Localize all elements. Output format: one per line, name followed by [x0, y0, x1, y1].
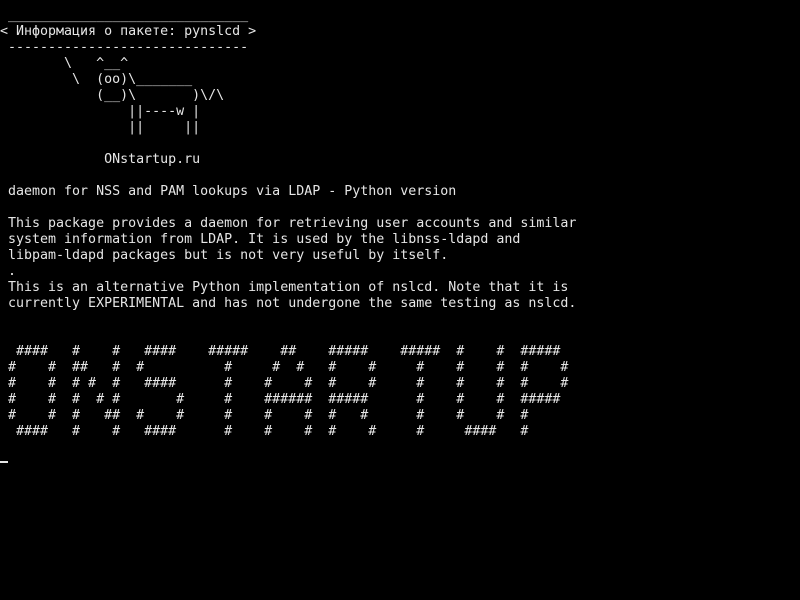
cowsay-bubble-top: ______________________________: [0, 8, 249, 23]
cowsay-bubble-text: < Информация о пакете: pynslcd >: [0, 24, 257, 39]
cowsay-cow-line: || ||: [0, 120, 201, 135]
package-description-line: system information from LDAP. It is used…: [0, 232, 521, 247]
text-cursor: [0, 461, 8, 463]
package-summary: daemon for NSS and PAM lookups via LDAP …: [0, 184, 457, 199]
site-name: ONstartup.ru: [0, 152, 201, 167]
package-description-line: .: [0, 264, 17, 279]
cowsay-bubble-bottom: ------------------------------: [0, 40, 249, 55]
banner-line: # # # # # #### # # # # # # # # # #: [0, 376, 569, 391]
cowsay-cow-line: \ (oo)\_______: [0, 72, 193, 87]
terminal-screen: ______________________________ < Информа…: [0, 0, 800, 600]
banner-line: # # # ## # # # # # # # # # # #: [0, 408, 529, 423]
cowsay-cow-line: (__)\ )\/\: [0, 88, 225, 103]
package-description-line: currently EXPERIMENTAL and has not under…: [0, 296, 577, 311]
banner-line: # # # # # # # ###### ##### # # # #####: [0, 392, 561, 407]
cowsay-cow-line: \ ^__^: [0, 56, 129, 71]
banner-line: # # ## # # # # # # # # # # # #: [0, 360, 569, 375]
package-description-line: This is an alternative Python implementa…: [0, 280, 569, 295]
package-description-line: libpam-ldapd packages but is not very us…: [0, 248, 449, 263]
banner-line: #### # # #### ##### ## ##### ##### # # #…: [0, 344, 561, 359]
banner-line: #### # # #### # # # # # # #### #: [0, 424, 529, 439]
package-description-line: This package provides a daemon for retri…: [0, 216, 577, 231]
terminal-output: ______________________________ < Информа…: [0, 8, 800, 440]
cowsay-cow-line: ||----w |: [0, 104, 201, 119]
